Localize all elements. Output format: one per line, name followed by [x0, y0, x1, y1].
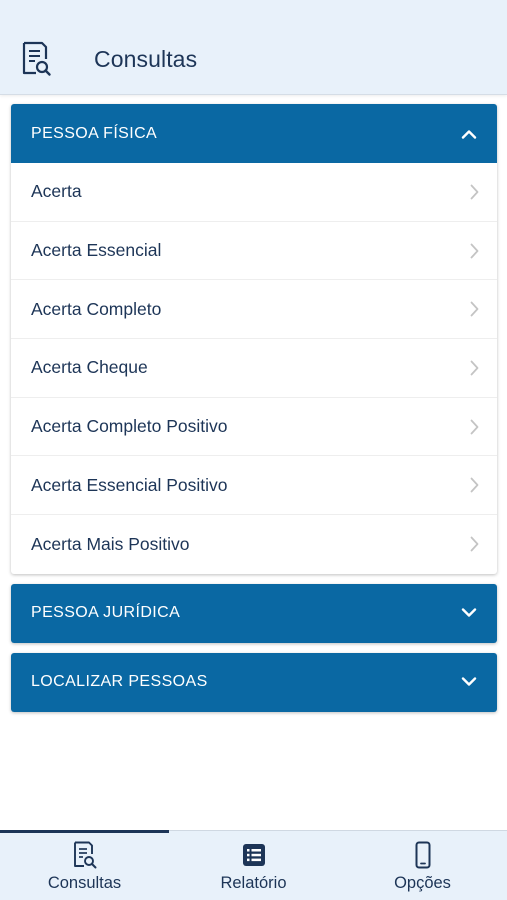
list-icon [242, 844, 265, 866]
active-tab-indicator [0, 830, 169, 833]
section-header-pessoa-juridica[interactable]: PESSOA JURÍDICA [11, 583, 497, 643]
section-title: LOCALIZAR PESSOAS [31, 673, 208, 691]
list-item-acerta-essencial-positivo[interactable]: Acerta Essencial Positivo [11, 456, 497, 516]
section-title: PESSOA JURÍDICA [31, 604, 181, 622]
chevron-down-icon [461, 608, 477, 618]
list-item-acerta-mais-positivo[interactable]: Acerta Mais Positivo [11, 515, 497, 574]
document-search-icon [22, 41, 51, 76]
list-item-acerta-completo[interactable]: Acerta Completo [11, 280, 497, 340]
chevron-down-icon [461, 677, 477, 687]
section-localizar-pessoas: LOCALIZAR PESSOAS [11, 652, 497, 712]
phone-icon [415, 841, 430, 869]
chevron-right-icon [470, 477, 479, 493]
chevron-right-icon [470, 301, 479, 317]
section-title: PESSOA FÍSICA [31, 124, 158, 142]
app-header: Consultas [0, 0, 507, 95]
list-item-acerta-cheque[interactable]: Acerta Cheque [11, 339, 497, 398]
app-screen: Consultas PESSOA FÍSICA Acerta Acerta Es… [0, 0, 507, 900]
chevron-right-icon [470, 419, 479, 434]
chevron-right-icon [470, 243, 479, 258]
section-pessoa-juridica: PESSOA JURÍDICA [11, 583, 497, 643]
chevron-right-icon [470, 537, 479, 552]
list-item-acerta-completo-positivo[interactable]: Acerta Completo Positivo [11, 398, 497, 457]
section-pessoa-fisica: PESSOA FÍSICA Acerta Acerta Essencial Ac… [11, 104, 497, 574]
list-item-label: Acerta Completo Positivo [31, 416, 228, 437]
section-header-pessoa-fisica[interactable]: PESSOA FÍSICA [11, 104, 497, 163]
page-title: Consultas [94, 46, 198, 72]
nav-tab-consultas[interactable]: Consultas [0, 831, 169, 900]
list-item-label: Acerta Cheque [31, 357, 148, 378]
list-item-label: Acerta [31, 181, 82, 202]
list-item-label: Acerta Essencial [31, 240, 162, 261]
list-item-label: Acerta Essencial Positivo [31, 474, 228, 495]
list-item-acerta-essencial[interactable]: Acerta Essencial [11, 222, 497, 281]
list-item-label: Acerta Mais Positivo [31, 533, 190, 554]
list-item-label: Acerta Completo [31, 298, 162, 319]
nav-label: Consultas [47, 874, 122, 892]
nav-tab-opcoes[interactable]: Opções [338, 831, 507, 900]
document-search-icon [73, 841, 96, 869]
chevron-right-icon [470, 184, 479, 200]
chevron-right-icon [470, 360, 479, 376]
consultas-accordion: PESSOA FÍSICA Acerta Acerta Essencial Ac… [11, 104, 497, 722]
nav-label: Relatório [220, 874, 287, 892]
nav-tab-relatorio[interactable]: Relatório [169, 831, 338, 900]
section-header-localizar-pessoas[interactable]: LOCALIZAR PESSOAS [11, 652, 497, 712]
chevron-up-icon [461, 129, 477, 139]
bottom-navigation: Consultas Relatório Opções [0, 830, 507, 900]
list-item-acerta[interactable]: Acerta [11, 163, 497, 222]
nav-label: Opções [394, 874, 451, 892]
